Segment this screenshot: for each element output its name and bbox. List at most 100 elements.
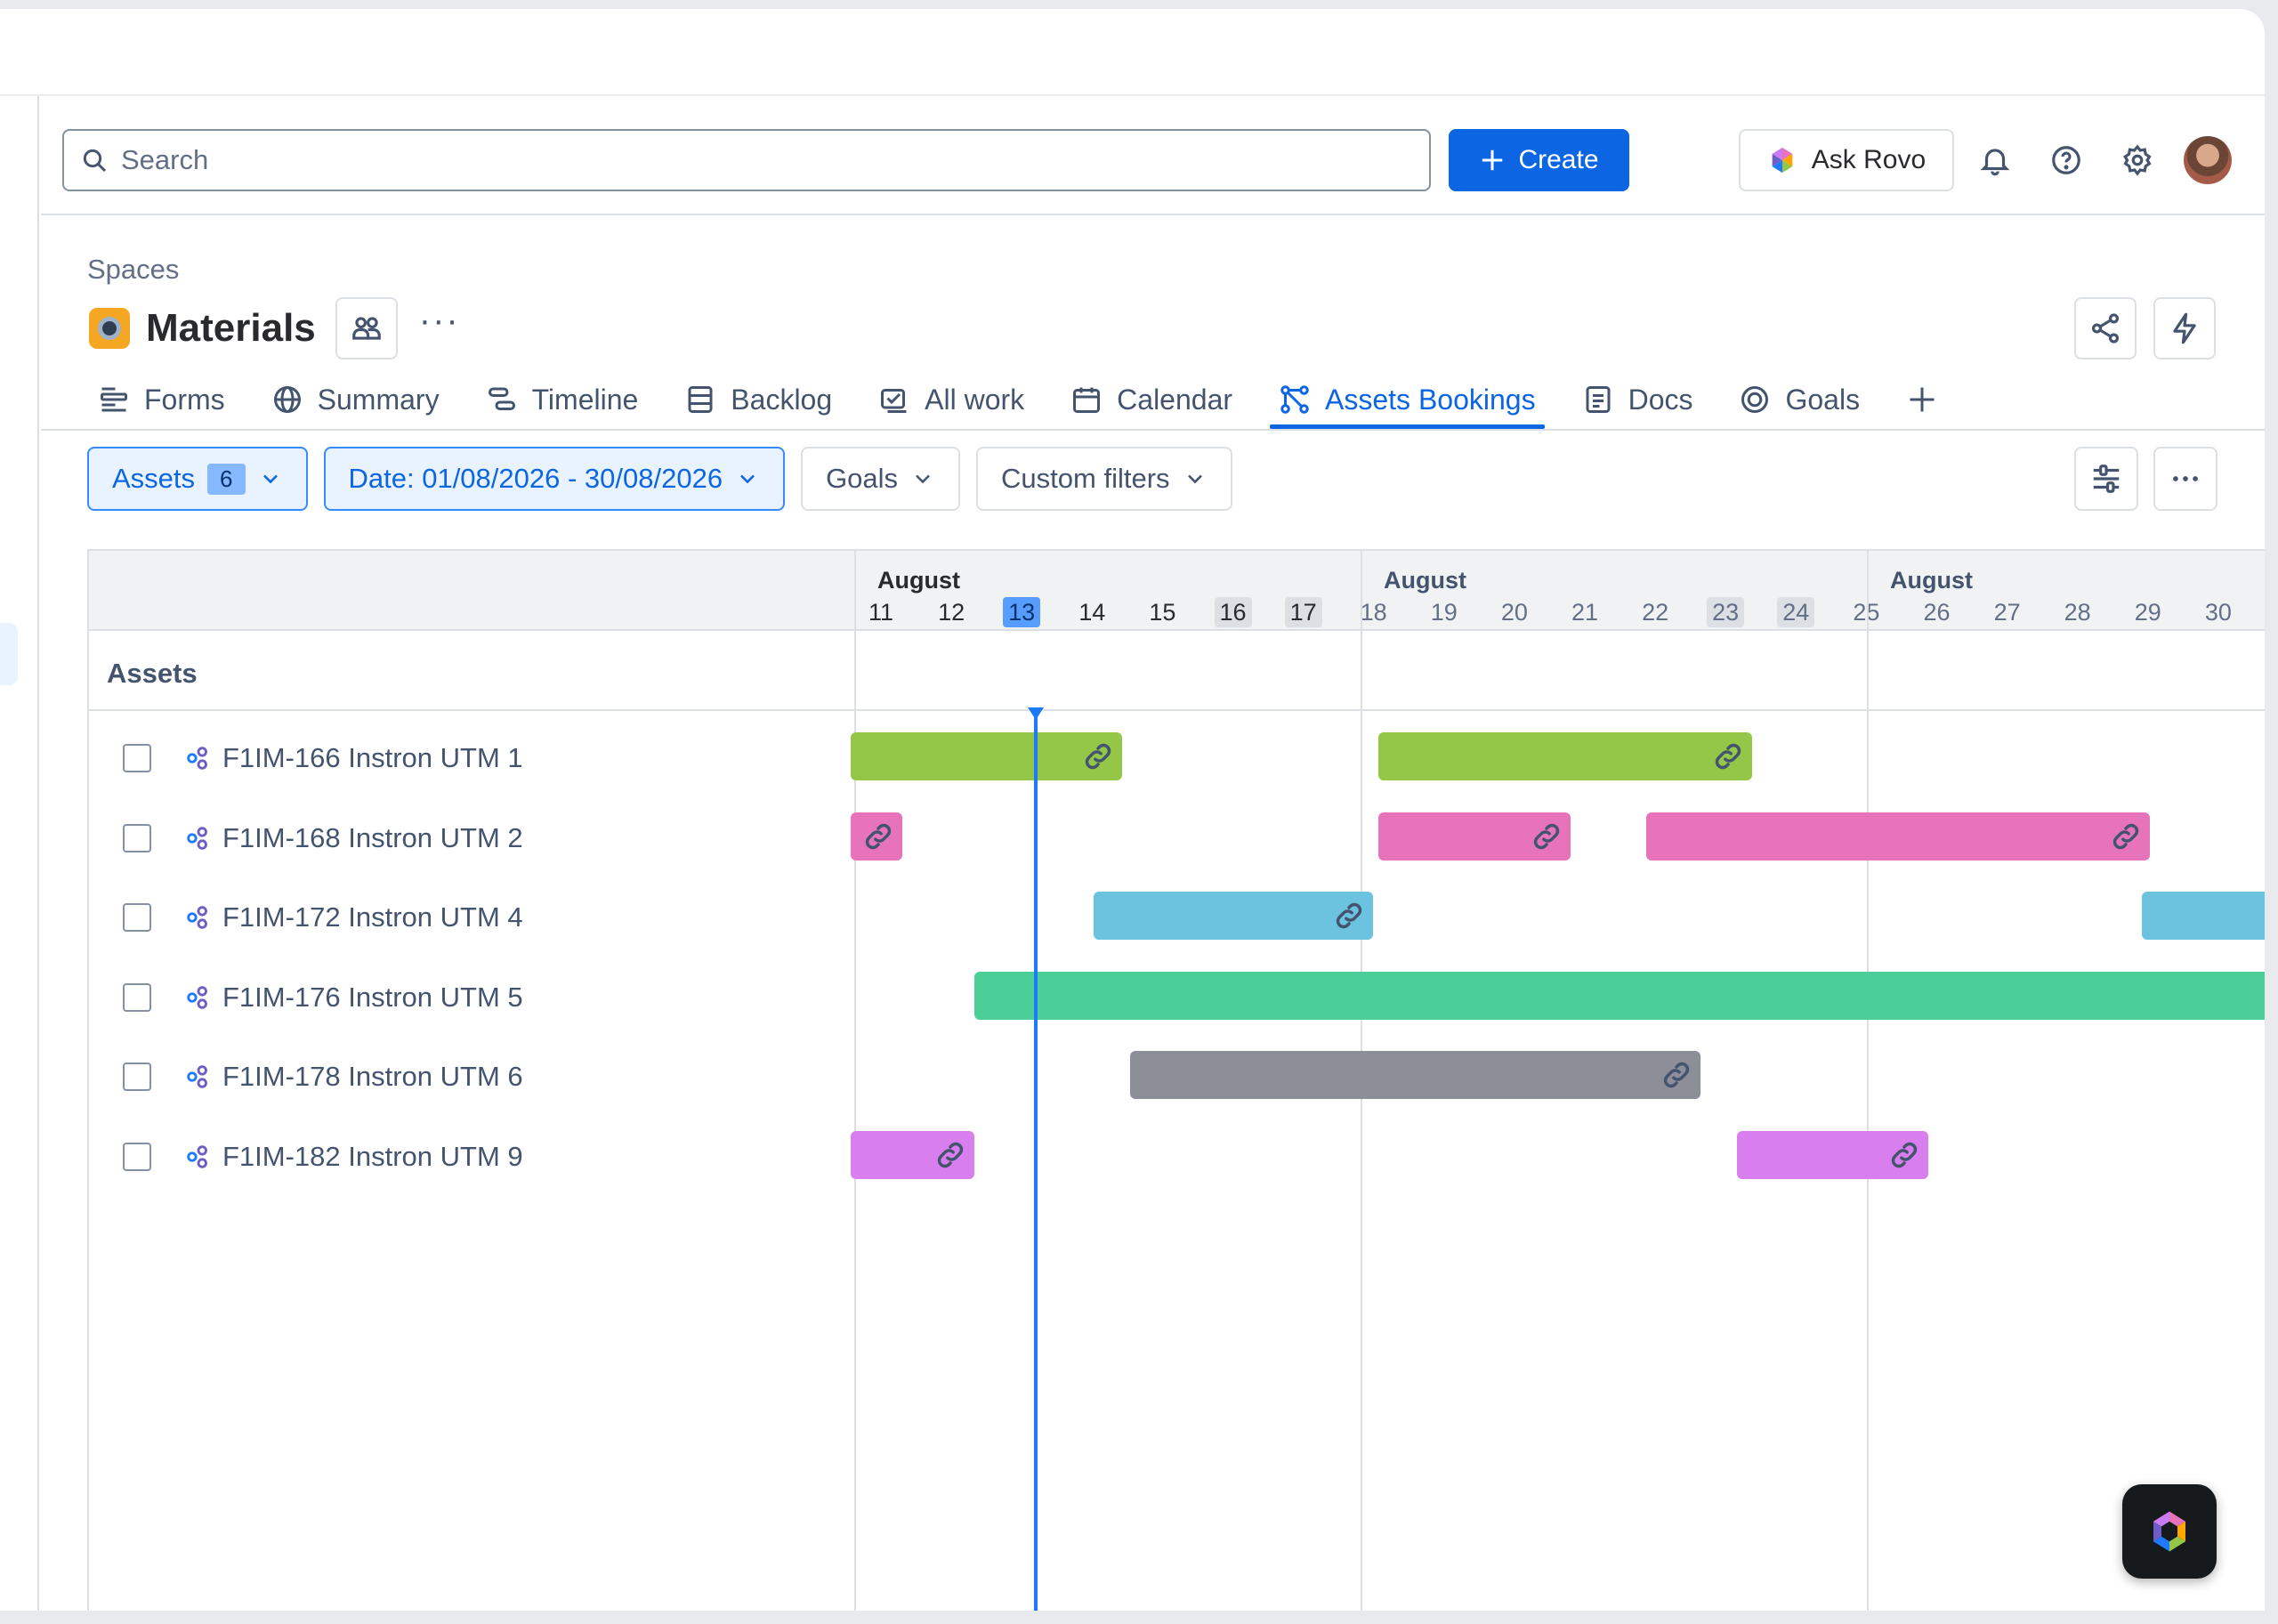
title-bar	[0, 9, 2265, 96]
chevron-down-icon	[916, 474, 930, 484]
asset-label[interactable]: F1IM-172 Instron UTM 4	[222, 901, 523, 933]
row-checkbox[interactable]	[123, 903, 151, 932]
tab-forms[interactable]: Forms	[89, 370, 234, 429]
assets-count-badge: 6	[207, 463, 246, 495]
left-sidebar-collapsed	[0, 96, 39, 1611]
rovo-chat-button[interactable]	[2122, 1484, 2217, 1579]
tabs-divider	[41, 429, 2265, 431]
team-button[interactable]	[335, 297, 398, 360]
row-checkbox[interactable]	[123, 982, 151, 1012]
goals-icon	[1741, 386, 1769, 413]
asset-label[interactable]: F1IM-182 Instron UTM 9	[222, 1141, 523, 1173]
asset-row[interactable]: F1IM-182 Instron UTM 9	[89, 1117, 854, 1197]
sidebar-handle[interactable]	[0, 623, 18, 685]
assets-section-label: Assets	[107, 658, 198, 689]
link-icon	[2112, 823, 2139, 849]
day-label: 16	[1214, 597, 1252, 627]
ask-rovo-button[interactable]: Ask Rovo	[1739, 129, 1954, 191]
top-navigation: Create Ask Rovo	[41, 96, 2265, 215]
tab-goals[interactable]: Goals	[1730, 370, 1869, 429]
booking-bar[interactable]	[851, 732, 1122, 780]
day-label: 14	[1078, 599, 1106, 626]
all-work-icon	[881, 389, 907, 413]
project-tabs: Forms Summary Timeline Backlog All work …	[89, 370, 1975, 429]
more-actions-icon[interactable]: ···	[419, 303, 460, 345]
booking-bar[interactable]	[1378, 812, 1571, 860]
notifications-bell-icon[interactable]	[1975, 141, 2015, 180]
booking-bar[interactable]	[851, 812, 902, 860]
custom-filters-button[interactable]: Custom filters	[976, 447, 1232, 511]
asset-label[interactable]: F1IM-166 Instron UTM 1	[222, 742, 523, 774]
tab-assets-bookings[interactable]: Assets Bookings	[1270, 370, 1545, 429]
asset-row[interactable]: F1IM-176 Instron UTM 5	[89, 957, 854, 1038]
link-icon	[1891, 1142, 1918, 1168]
asset-row[interactable]: F1IM-166 Instron UTM 1	[89, 718, 854, 798]
share-button[interactable]	[2074, 297, 2137, 360]
asset-object-icon	[187, 985, 207, 1009]
tab-label: Docs	[1628, 383, 1693, 416]
date-filter-button[interactable]: Date: 01/08/2026 - 30/08/2026	[323, 447, 786, 511]
people-icon	[351, 317, 381, 340]
chevron-down-icon	[263, 474, 278, 484]
day-label: 28	[2064, 599, 2091, 626]
tab-label: Forms	[144, 383, 225, 416]
day-label: 26	[1923, 599, 1951, 626]
day-label: 24	[1777, 597, 1815, 627]
booking-bar[interactable]	[1094, 892, 1373, 940]
row-checkbox[interactable]	[123, 744, 151, 772]
asset-label[interactable]: F1IM-168 Instron UTM 2	[222, 822, 523, 854]
column-divider	[854, 551, 856, 1611]
tab-docs[interactable]: Docs	[1573, 370, 1702, 429]
tab-timeline[interactable]: Timeline	[477, 370, 648, 429]
add-tab-button[interactable]	[1897, 370, 1947, 429]
plus-icon	[1910, 387, 1935, 412]
booking-bar[interactable]	[851, 1130, 974, 1179]
booking-bar[interactable]	[974, 971, 2265, 1020]
tab-label: Calendar	[1117, 383, 1233, 416]
asset-row[interactable]: F1IM-178 Instron UTM 6	[89, 1037, 854, 1117]
user-avatar[interactable]	[2184, 136, 2232, 184]
link-icon	[1663, 1062, 1690, 1088]
row-checkbox[interactable]	[123, 1062, 151, 1091]
link-icon	[1336, 902, 1362, 929]
plus-icon	[1482, 149, 1503, 171]
asset-label[interactable]: F1IM-176 Instron UTM 5	[222, 982, 523, 1014]
settings-gear-icon[interactable]	[2118, 141, 2157, 180]
link-icon	[1533, 823, 1560, 849]
booking-bar[interactable]	[1378, 732, 1752, 780]
row-checkbox[interactable]	[123, 823, 151, 852]
filter-bar: Assets 6 Date: 01/08/2026 - 30/08/2026 G…	[87, 447, 1232, 511]
booking-bar[interactable]	[1130, 1051, 1700, 1099]
create-button[interactable]: Create	[1449, 129, 1629, 191]
asset-row[interactable]: F1IM-172 Instron UTM 4	[89, 877, 854, 957]
search-field[interactable]	[62, 129, 1431, 191]
booking-bar[interactable]	[2142, 892, 2265, 940]
asset-object-icon	[187, 826, 207, 850]
help-icon[interactable]	[2047, 141, 2086, 180]
tab-label: Timeline	[531, 383, 639, 416]
booking-bar[interactable]	[1737, 1130, 1928, 1179]
rovo-icon	[2153, 1511, 2185, 1552]
tab-summary[interactable]: Summary	[263, 370, 448, 429]
row-checkbox[interactable]	[123, 1142, 151, 1171]
tab-all-work[interactable]: All work	[869, 370, 1033, 429]
filter-label: Assets	[112, 463, 196, 494]
globe-icon	[273, 386, 301, 413]
tab-backlog[interactable]: Backlog	[675, 370, 841, 429]
bookings-timeline: August 11 12 13 14 15 16 17 August 18 19 20 21 22 23 24…	[87, 549, 2265, 1611]
breadcrumb-spaces[interactable]: Spaces	[87, 254, 179, 286]
asset-object-icon	[187, 1065, 207, 1088]
view-settings-button[interactable]	[2074, 447, 2138, 511]
tab-label: Summary	[317, 383, 440, 416]
tab-calendar[interactable]: Calendar	[1062, 370, 1241, 429]
automation-button[interactable]	[2153, 297, 2216, 360]
assets-icon	[1280, 385, 1309, 414]
asset-label[interactable]: F1IM-178 Instron UTM 6	[222, 1061, 523, 1093]
booking-bar[interactable]	[1646, 812, 2150, 860]
more-options-button[interactable]	[2153, 447, 2217, 511]
assets-filter-button[interactable]: Assets 6	[87, 447, 308, 511]
asset-row[interactable]: F1IM-168 Instron UTM 2	[89, 798, 854, 878]
search-input[interactable]	[121, 144, 1367, 176]
month-label: August	[877, 567, 960, 594]
goals-filter-button[interactable]: Goals	[801, 447, 961, 511]
